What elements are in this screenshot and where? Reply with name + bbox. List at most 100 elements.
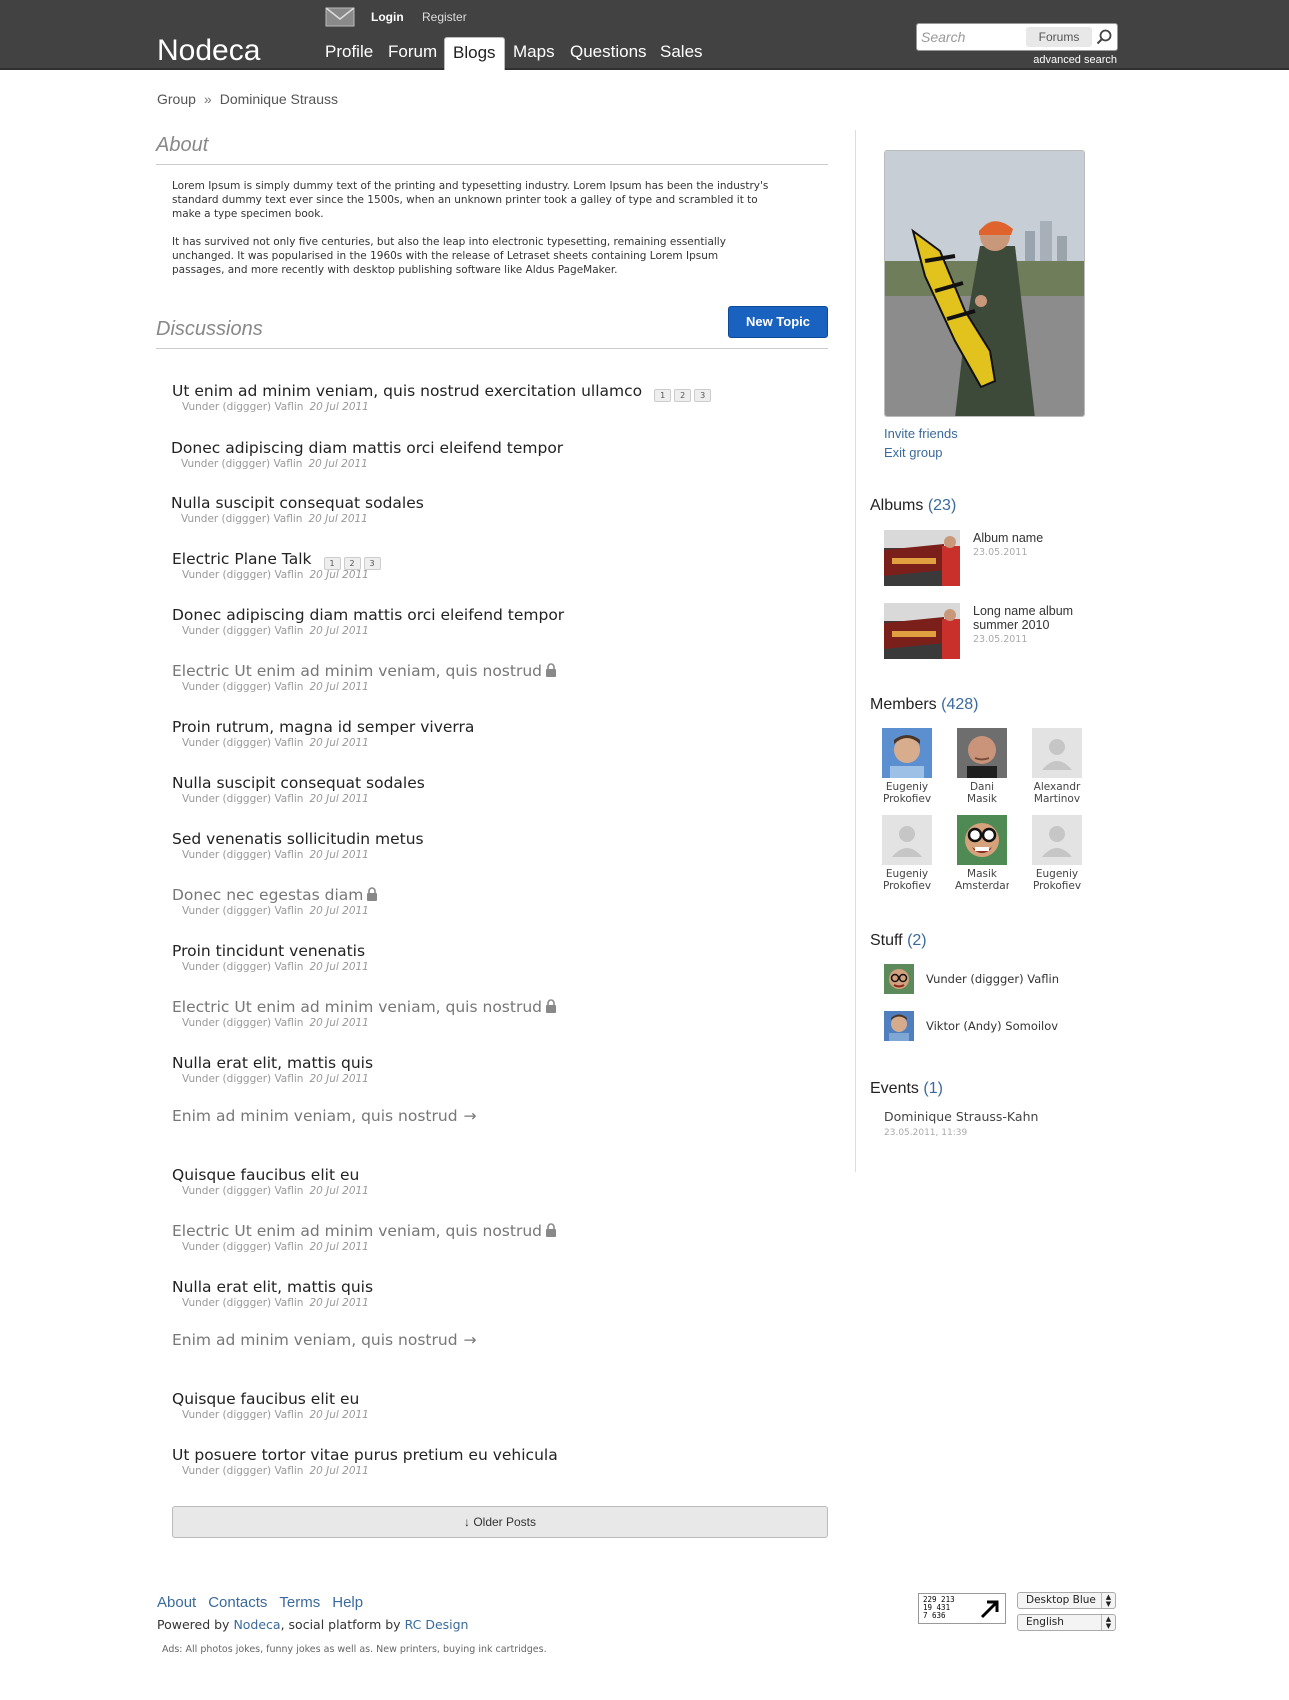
event-link[interactable]: Dominique Strauss-Kahn bbox=[884, 1109, 1038, 1124]
member-last-name[interactable]: Prokofiev bbox=[880, 880, 934, 892]
topic-title[interactable]: Nulla erat elit, mattis quis bbox=[172, 1054, 373, 1072]
language-select[interactable]: English ▲ ▼ bbox=[1017, 1614, 1116, 1631]
topic-row[interactable]: Electric Plane Talk 1 2 3 Vunder (diggger) V… bbox=[172, 549, 812, 593]
avatar[interactable] bbox=[884, 1011, 914, 1041]
member-first-name[interactable]: Eugeniy bbox=[880, 868, 934, 880]
topic-author[interactable]: Vunder (diggger) Vaflin bbox=[182, 1073, 303, 1085]
nav-tab-profile[interactable]: Profile bbox=[325, 42, 373, 62]
member-first-name[interactable]: Eugeniy bbox=[1030, 868, 1084, 880]
topic-title[interactable]: Electric Ut enim ad minim veniam, quis n… bbox=[172, 998, 542, 1016]
topic-author[interactable]: Vunder (diggger) Vaflin bbox=[182, 849, 303, 861]
member-card[interactable]: MasikAmsterdam bbox=[955, 815, 1009, 892]
group-photo[interactable] bbox=[884, 150, 1085, 417]
member-last-name[interactable]: Masik bbox=[955, 793, 1009, 805]
invite-friends-link[interactable]: Invite friends bbox=[884, 426, 958, 441]
avatar[interactable] bbox=[882, 728, 932, 778]
topic-title[interactable]: Electric Ut enim ad minim veniam, quis n… bbox=[172, 1222, 542, 1240]
member-last-name[interactable]: Martinov bbox=[1030, 793, 1084, 805]
topic-row[interactable]: Enim ad minim veniam, quis nostrud → bbox=[172, 1106, 812, 1150]
album-name[interactable]: Long name album summer 2010 bbox=[973, 604, 1093, 632]
topic-author[interactable]: Vunder (diggger) Vaflin bbox=[182, 905, 303, 917]
topic-author[interactable]: Vunder (diggger) Vaflin bbox=[182, 793, 303, 805]
topic-row[interactable]: Nulla suscipit consequat sodales Vunder (… bbox=[171, 493, 811, 537]
member-card[interactable]: Alexandr Martinov bbox=[1030, 728, 1084, 805]
page-link[interactable]: 2 bbox=[674, 389, 692, 402]
nav-tab-questions[interactable]: Questions bbox=[570, 42, 647, 62]
mail-icon[interactable] bbox=[325, 7, 355, 27]
topic-row[interactable]: Proin tincidunt venenatis Vunder (diggger… bbox=[172, 941, 812, 985]
topic-row[interactable]: Donec adipiscing diam mattis orci eleife… bbox=[172, 605, 812, 649]
new-topic-button[interactable]: New Topic bbox=[728, 306, 828, 338]
albums-count[interactable]: (23) bbox=[928, 497, 956, 514]
topic-title[interactable]: Nulla suscipit consequat sodales bbox=[171, 494, 424, 512]
topic-author[interactable]: Vunder (diggger) Vaflin bbox=[182, 1017, 303, 1029]
album-thumbnail[interactable] bbox=[884, 603, 960, 659]
login-link[interactable]: Login bbox=[371, 10, 404, 24]
breadcrumb-current[interactable]: Dominique Strauss bbox=[220, 91, 338, 107]
footer-link-about[interactable]: About bbox=[157, 1594, 196, 1611]
search-scope-select[interactable]: Forums bbox=[1026, 27, 1092, 47]
member-last-name[interactable]: Amsterdam bbox=[955, 880, 1009, 892]
member-card[interactable]: Eugeniy Prokofiev bbox=[880, 728, 934, 805]
member-card[interactable]: Eugeniy Prokofiev bbox=[880, 815, 934, 892]
nodeca-link[interactable]: Nodeca bbox=[233, 1617, 280, 1632]
topic-author[interactable]: Vunder (diggger) Vaflin bbox=[182, 681, 303, 693]
avatar[interactable] bbox=[882, 815, 932, 865]
topic-row[interactable]: Electric Ut enim ad minim veniam, quis n… bbox=[172, 661, 812, 705]
search-input[interactable] bbox=[921, 27, 1021, 47]
topic-title[interactable]: Donec adipiscing diam mattis orci eleife… bbox=[171, 439, 563, 457]
visitor-counter[interactable]: 229 213 19 431 7 636 bbox=[918, 1593, 1006, 1624]
topic-row[interactable]: Sed venenatis sollicitudin metus Vunder (… bbox=[172, 829, 812, 873]
topic-row[interactable]: Nulla suscipit consequat sodales Vunder (… bbox=[172, 773, 812, 817]
nav-tab-forum[interactable]: Forum bbox=[388, 42, 437, 62]
exit-group-link[interactable]: Exit group bbox=[884, 445, 943, 460]
member-card[interactable]: Eugeniy Prokofiev bbox=[1030, 815, 1084, 892]
breadcrumb-group[interactable]: Group bbox=[157, 91, 196, 107]
topic-author[interactable]: Vunder (diggger) Vaflin bbox=[182, 737, 303, 749]
topic-title[interactable]: Donec adipiscing diam mattis orci eleife… bbox=[172, 606, 564, 624]
site-logo[interactable]: Nodeca bbox=[157, 34, 260, 68]
avatar[interactable] bbox=[957, 815, 1007, 865]
older-posts-button[interactable]: ↓ Older Posts bbox=[172, 1506, 828, 1538]
topic-title[interactable]: Nulla erat elit, mattis quis bbox=[172, 1278, 373, 1296]
nav-tab-maps[interactable]: Maps bbox=[513, 42, 555, 62]
footer-link-terms[interactable]: Terms bbox=[279, 1594, 320, 1611]
avatar[interactable] bbox=[884, 964, 914, 994]
member-last-name[interactable]: Prokofiev bbox=[880, 793, 934, 805]
topic-author[interactable]: Vunder (diggger) Vaflin bbox=[182, 1241, 303, 1253]
topic-title[interactable]: Enim ad minim veniam, quis nostrud bbox=[172, 1107, 458, 1125]
topic-row[interactable]: Proin rutrum, magna id semper viverra Vun… bbox=[172, 717, 812, 761]
avatar[interactable] bbox=[957, 728, 1007, 778]
avatar[interactable] bbox=[1032, 728, 1082, 778]
topic-title[interactable]: Electric Plane Talk bbox=[172, 550, 312, 568]
topic-title[interactable]: Electric Ut enim ad minim veniam, quis n… bbox=[172, 662, 542, 680]
topic-row[interactable]: Electric Ut enim ad minim veniam, quis n… bbox=[172, 997, 812, 1041]
album-thumbnail[interactable] bbox=[884, 530, 960, 586]
topic-author[interactable]: Vunder (diggger) Vaflin bbox=[182, 1297, 303, 1309]
topic-author[interactable]: Vunder (diggger) Vaflin bbox=[182, 401, 303, 413]
topic-row[interactable]: Donec adipiscing diam mattis orci eleife… bbox=[171, 438, 811, 482]
rc-design-link[interactable]: RC Design bbox=[405, 1617, 469, 1632]
topic-title[interactable]: Proin rutrum, magna id semper viverra bbox=[172, 718, 474, 736]
topic-row[interactable]: Ut posuere tortor vitae purus pretium eu… bbox=[172, 1445, 812, 1489]
topic-row[interactable]: Electric Ut enim ad minim veniam, quis n… bbox=[172, 1221, 812, 1265]
stuff-member-name[interactable]: Vunder (diggger) Vaflin bbox=[926, 972, 1059, 986]
topic-title[interactable]: Proin tincidunt venenatis bbox=[172, 942, 365, 960]
topic-title[interactable]: Quisque faucibus elit eu bbox=[172, 1166, 359, 1184]
theme-select[interactable]: Desktop Blue ▲ ▼ bbox=[1017, 1592, 1116, 1609]
member-card[interactable]: Dani Masik bbox=[955, 728, 1009, 805]
topic-author[interactable]: Vunder (diggger) Vaflin bbox=[182, 1465, 303, 1477]
footer-link-help[interactable]: Help bbox=[332, 1594, 363, 1611]
topic-row[interactable]: Ut enim ad minim veniam, quis nostrud ex… bbox=[172, 381, 812, 425]
topic-title[interactable]: Quisque faucibus elit eu bbox=[172, 1390, 359, 1408]
member-first-name[interactable]: Alexandr bbox=[1030, 781, 1084, 793]
topic-author[interactable]: Vunder (diggger) Vaflin bbox=[182, 1185, 303, 1197]
nav-tab-sales[interactable]: Sales bbox=[660, 42, 703, 62]
topic-author[interactable]: Vunder (diggger) Vaflin bbox=[182, 1409, 303, 1421]
avatar[interactable] bbox=[1032, 815, 1082, 865]
topic-title[interactable]: Enim ad minim veniam, quis nostrud bbox=[172, 1331, 458, 1349]
register-link[interactable]: Register bbox=[422, 10, 467, 24]
topic-title[interactable]: Donec nec egestas diam bbox=[172, 886, 363, 904]
search-icon[interactable] bbox=[1095, 28, 1113, 46]
topic-author[interactable]: Vunder (diggger) Vaflin bbox=[182, 625, 303, 637]
